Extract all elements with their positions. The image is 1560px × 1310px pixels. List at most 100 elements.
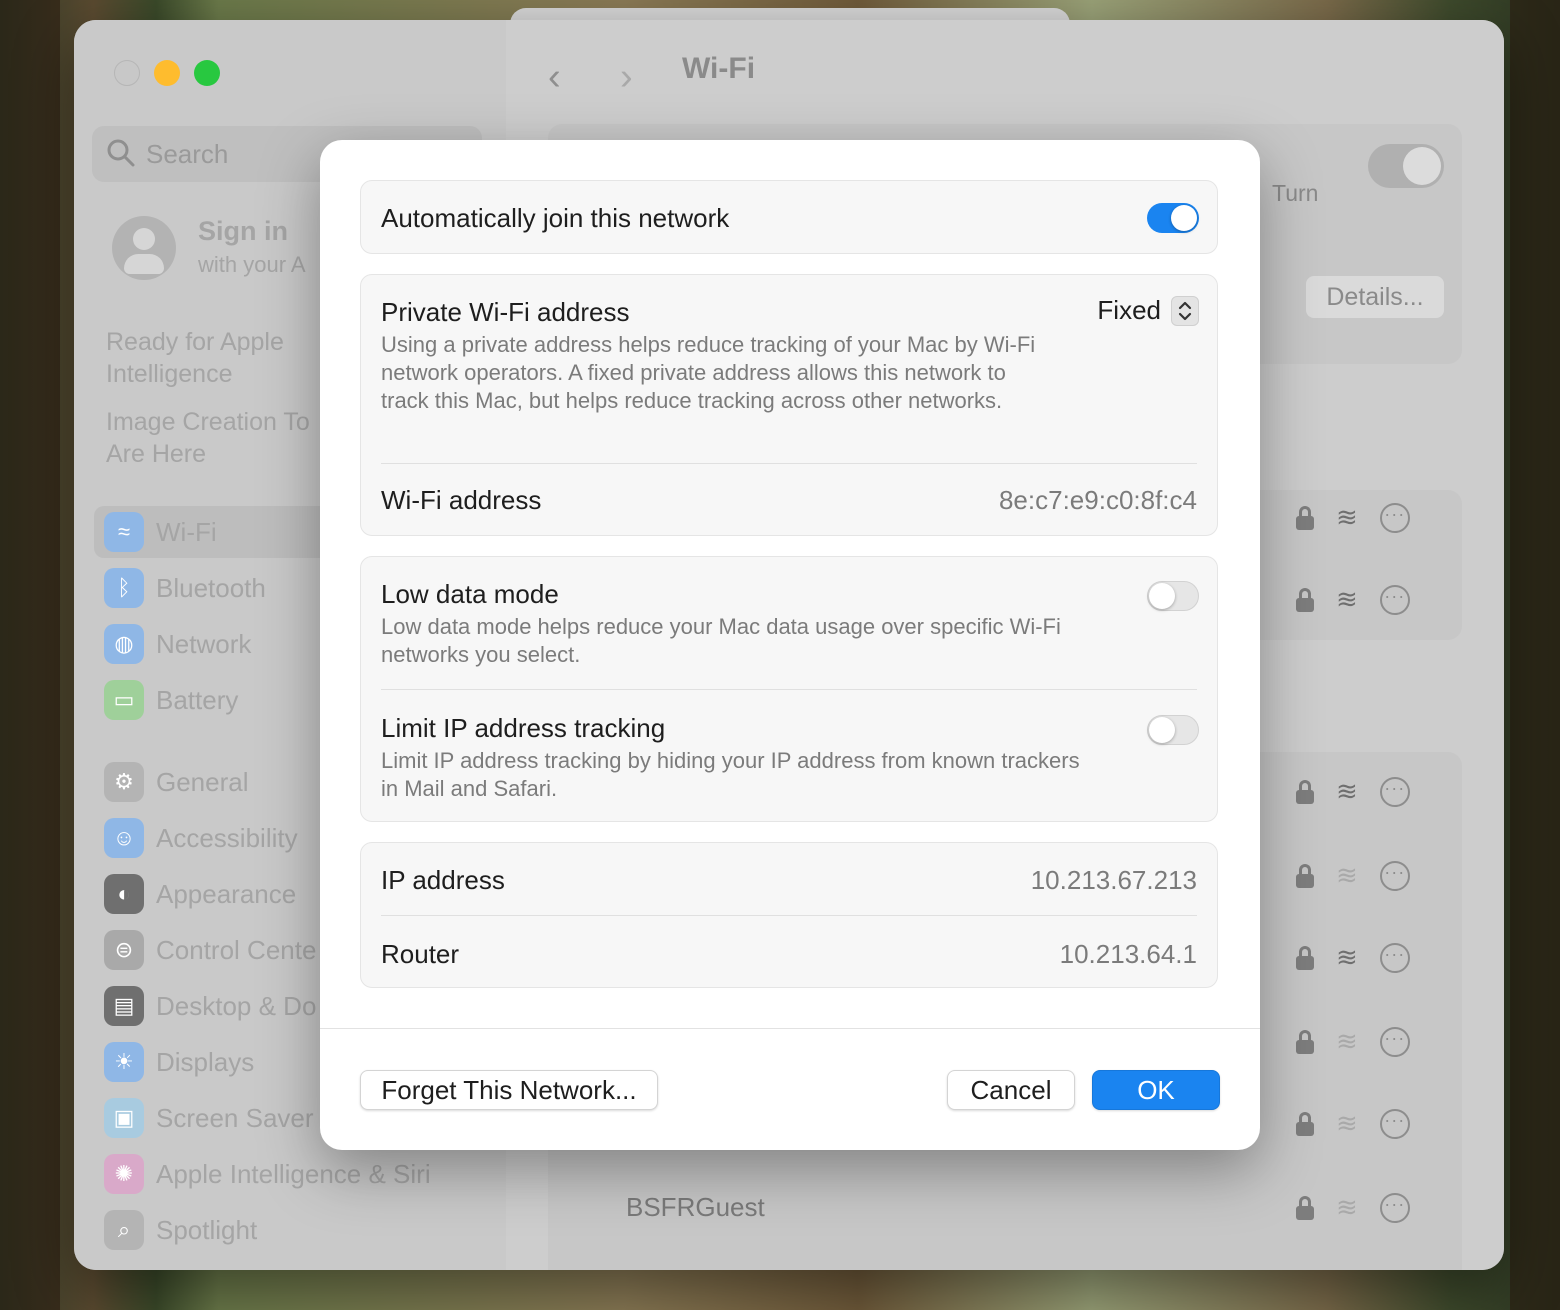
sidebar-item-desktop-dock[interactable]: ▤ Desktop & Do [104, 986, 316, 1026]
wifi-signal-icon: ≋ [1336, 502, 1358, 532]
sidebar-item-label: Control Cente [156, 934, 317, 965]
sidebar-item-label: Network [156, 628, 252, 659]
promo-1-line2[interactable]: Intelligence [106, 360, 232, 389]
wifi-address-label: Wi-Fi address [381, 485, 542, 515]
sidebar-item-label: Battery [156, 684, 239, 715]
more-icon[interactable]: ··· [1379, 942, 1410, 973]
router-value: 10.213.64.1 [1059, 939, 1197, 969]
network-row-icons: ≋ ··· [1296, 584, 1410, 615]
more-icon[interactable]: ··· [1379, 1192, 1410, 1223]
minimize-button[interactable] [154, 60, 180, 86]
wifi-address-value: 8e:c7:e9:c0:8f:c4 [998, 485, 1197, 515]
limit-ip-label: Limit IP address tracking [381, 713, 666, 743]
divider [381, 915, 1197, 916]
private-address-label: Private Wi-Fi address [381, 297, 630, 327]
sidebar-item-label: Apple Intelligence & Siri [156, 1158, 431, 1189]
lock-icon [1296, 1111, 1314, 1136]
wifi-signal-icon: ≋ [1336, 1108, 1358, 1138]
sidebar-item-network[interactable]: ◍ Network [104, 624, 251, 664]
displays-icon: ☀ [104, 1042, 144, 1082]
details-button[interactable]: Details... [1306, 276, 1444, 318]
gear-icon: ⚙ [104, 762, 144, 802]
sidebar-item-displays[interactable]: ☀ Displays [104, 1042, 254, 1082]
network-row-icons: ≋ ··· [1296, 1108, 1410, 1139]
promo-2-line2[interactable]: Are Here [106, 440, 206, 469]
sidebar-item-label: Accessibility [156, 822, 298, 853]
more-icon[interactable]: ··· [1379, 1026, 1410, 1057]
sidebar-item-wifi[interactable]: ≈ Wi-Fi [104, 512, 217, 552]
appearance-icon: ◐ [104, 874, 144, 914]
sidebar-item-general[interactable]: ⚙ General [104, 762, 249, 802]
more-icon[interactable]: ··· [1379, 584, 1410, 615]
toggle-knob [1149, 583, 1175, 609]
search-icon [107, 139, 135, 167]
wifi-signal-icon: ≋ [1336, 1026, 1358, 1056]
low-data-description: Low data mode helps reduce your Mac data… [381, 614, 1061, 667]
ip-info-group: IP address 10.213.67.213 Router 10.213.6… [360, 842, 1218, 988]
router-label: Router [381, 939, 460, 969]
low-data-label: Low data mode [381, 579, 559, 609]
globe-icon: ◍ [104, 624, 144, 664]
tree-trunk [0, 0, 60, 1310]
page-title: Wi-Fi [682, 52, 756, 85]
network-row-icons: ≋ ··· [1296, 1192, 1410, 1223]
network-row-icons: ≋ ··· [1296, 776, 1410, 807]
more-icon[interactable]: ··· [1379, 502, 1410, 533]
sidebar-item-bluetooth[interactable]: ᛒ Bluetooth [104, 568, 266, 608]
auto-join-toggle[interactable] [1147, 203, 1199, 233]
network-row-icons: ≋ ··· [1296, 860, 1410, 891]
more-icon[interactable]: ··· [1379, 776, 1410, 807]
lock-icon [1296, 779, 1314, 804]
account-subtitle: with your A [198, 252, 306, 277]
sidebar-item-screen-saver[interactable]: ▣ Screen Saver [104, 1098, 314, 1138]
zoom-button[interactable] [194, 60, 220, 86]
sidebar-item-siri[interactable]: ✺ Apple Intelligence & Siri [104, 1154, 431, 1194]
private-address-popup[interactable]: Fixed [1097, 295, 1199, 326]
sidebar-item-appearance[interactable]: ◐ Appearance [104, 874, 296, 914]
network-row-icons: ≋ ··· [1296, 942, 1410, 973]
lock-icon [1296, 1195, 1314, 1220]
control-center-icon: ⊜ [104, 930, 144, 970]
limit-ip-description: Limit IP address tracking by hiding your… [381, 748, 1080, 801]
bluetooth-icon: ᛒ [104, 568, 144, 608]
private-address-description: Using a private address helps reduce tra… [381, 332, 1036, 413]
avatar[interactable] [112, 216, 176, 280]
wifi-signal-icon: ≋ [1336, 776, 1358, 806]
sidebar-item-control-center[interactable]: ⊜ Control Cente [104, 930, 316, 970]
desktop-dock-icon: ▤ [104, 986, 144, 1026]
wifi-icon: ≈ [104, 512, 144, 552]
forward-chevron-icon[interactable]: › [620, 56, 633, 99]
footer-divider [320, 1028, 1260, 1029]
sidebar-item-accessibility[interactable]: ☺ Accessibility [104, 818, 298, 858]
sidebar-item-battery[interactable]: ▭ Battery [104, 680, 238, 720]
low-data-toggle[interactable] [1147, 581, 1199, 611]
promo-1-line1[interactable]: Ready for Apple [106, 328, 284, 357]
siri-icon: ✺ [104, 1154, 144, 1194]
back-chevron-icon[interactable]: ‹ [548, 56, 561, 99]
wifi-toggle[interactable] [1368, 144, 1444, 188]
ip-address-value: 10.213.67.213 [1030, 865, 1197, 895]
lock-icon [1296, 505, 1314, 530]
network-name[interactable]: BSFRGuest [626, 1192, 765, 1223]
ok-button[interactable]: OK [1092, 1070, 1220, 1110]
network-row-icons: ≋ ··· [1296, 1026, 1410, 1057]
more-icon[interactable]: ··· [1379, 860, 1410, 891]
sidebar-item-spotlight[interactable]: ⌕ Spotlight [104, 1210, 257, 1250]
sidebar-item-label: General [156, 766, 249, 797]
data-options-group: Low data mode Low data mode helps reduce… [360, 556, 1218, 822]
forget-network-button[interactable]: Forget This Network... [360, 1070, 658, 1110]
more-icon[interactable]: ··· [1379, 1108, 1410, 1139]
sidebar-item-label: Wi-Fi [156, 516, 217, 547]
toggle-knob [1171, 205, 1197, 231]
account-title[interactable]: Sign in [198, 216, 288, 247]
sidebar-item-label: Screen Saver [156, 1102, 314, 1133]
promo-2-line1[interactable]: Image Creation To [106, 408, 310, 437]
ip-address-label: IP address [381, 865, 505, 895]
limit-ip-toggle[interactable] [1147, 715, 1199, 745]
cancel-button[interactable]: Cancel [947, 1070, 1075, 1110]
lock-icon [1296, 945, 1314, 970]
sidebar-item-label: Bluetooth [156, 572, 266, 603]
lock-icon [1296, 1029, 1314, 1054]
sidebar-item-label: Spotlight [156, 1214, 258, 1245]
close-button[interactable] [114, 60, 140, 86]
